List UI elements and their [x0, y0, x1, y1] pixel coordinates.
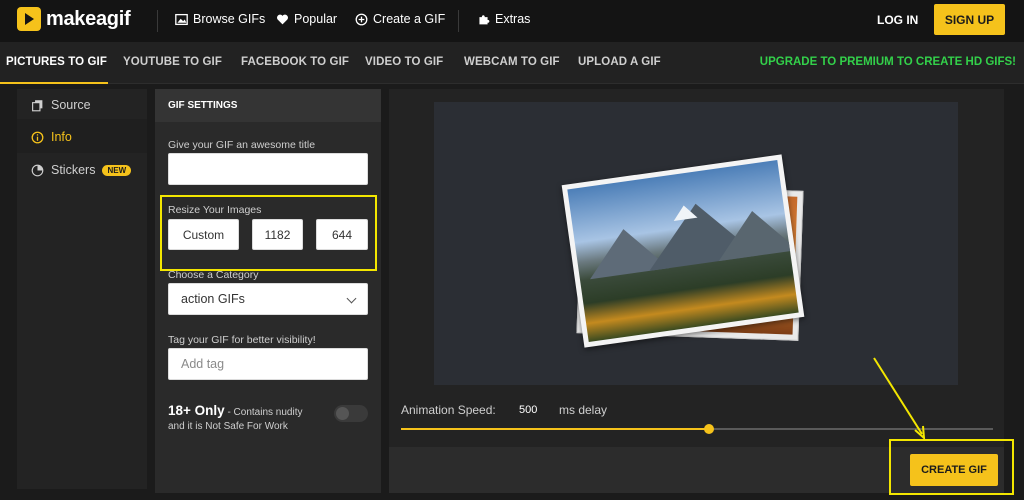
logo-text: makeagif	[46, 7, 131, 30]
category-select[interactable]: action GIFs	[168, 283, 368, 315]
logo[interactable]: makeagif	[17, 7, 131, 31]
divider	[458, 10, 459, 32]
sub-nav: PICTURES TO GIF YOUTUBE TO GIF FACEBOOK …	[0, 42, 1024, 84]
premium-upgrade-link[interactable]: UPGRADE TO PREMIUM TO CREATE HD GIFS!	[760, 56, 1016, 68]
slider-handle[interactable]	[703, 424, 714, 434]
tab-pictures-to-gif[interactable]: PICTURES TO GIF	[6, 56, 107, 68]
copy-icon	[32, 99, 43, 111]
annotation-arrow	[873, 357, 926, 441]
category-value: action GIFs	[181, 292, 245, 306]
title-field-label: Give your GIF an awesome title	[168, 139, 316, 151]
nsfw-toggle[interactable]	[334, 405, 368, 422]
logo-play-icon	[17, 7, 41, 31]
sidebar-item-source-label: Source	[51, 98, 91, 112]
nsfw-desc-line2: and it is Not Safe For Work	[168, 421, 288, 432]
tab-video-to-gif[interactable]: VIDEO TO GIF	[365, 56, 443, 68]
nav-extras[interactable]: Extras	[477, 12, 530, 26]
tab-youtube-to-gif[interactable]: YOUTUBE TO GIF	[123, 56, 222, 68]
nsfw-title: 18+ Only	[168, 403, 225, 418]
title-input[interactable]	[168, 153, 368, 185]
image-icon	[175, 13, 188, 25]
nav-popular-label: Popular	[294, 12, 338, 26]
nav-browse-gifs-label: Browse GIFs	[193, 12, 266, 26]
nav-popular[interactable]: Popular	[276, 12, 337, 26]
nav-extras-label: Extras	[495, 12, 531, 26]
new-badge: NEW	[102, 164, 132, 176]
nsfw-desc-inline: - Contains nudity	[224, 407, 303, 418]
heart-icon	[277, 14, 288, 24]
top-bar: makeagif Browse GIFs Popular Create a GI…	[0, 0, 1024, 42]
divider	[157, 10, 158, 32]
active-tab-indicator	[0, 82, 108, 84]
nav-browse-gifs[interactable]: Browse GIFs	[175, 12, 265, 26]
sidebar-item-stickers-label: Stickers	[51, 163, 96, 177]
signup-button[interactable]: SIGN UP	[934, 4, 1005, 35]
gif-settings-title: GIF SETTINGS	[168, 100, 238, 111]
preview-canvas	[434, 102, 958, 385]
chevron-down-icon	[346, 293, 357, 304]
sidebar-item-source[interactable]: Source	[31, 98, 91, 112]
plus-circle-icon	[355, 13, 368, 25]
nav-create-gif[interactable]: Create a GIF	[355, 12, 445, 26]
nsfw-description: 18+ Only - Contains nudity and it is Not…	[168, 404, 338, 434]
animation-speed-value[interactable]: 500	[519, 404, 537, 416]
slider-fill	[401, 428, 709, 430]
animation-speed-unit: ms delay	[559, 403, 608, 417]
gif-settings-header: GIF SETTINGS	[155, 89, 381, 122]
resize-highlight-box	[160, 195, 377, 271]
tag-label: Tag your GIF for better visibility!	[168, 334, 316, 346]
sidebar-item-info-label: Info	[51, 130, 72, 144]
puzzle-icon	[479, 14, 490, 24]
tag-input[interactable]: Add tag	[168, 348, 368, 380]
preview-photo[interactable]	[561, 154, 805, 348]
animation-speed-label: Animation Speed:	[401, 403, 496, 417]
tab-webcam-to-gif[interactable]: WEBCAM TO GIF	[464, 56, 560, 68]
login-link[interactable]: LOG IN	[877, 13, 918, 27]
nav-create-gif-label: Create a GIF	[373, 12, 446, 26]
sidebar-item-info[interactable]: Info	[31, 130, 72, 144]
sidebar-item-stickers[interactable]: Stickers NEW	[31, 163, 132, 177]
tab-facebook-to-gif[interactable]: FACEBOOK TO GIF	[241, 56, 349, 68]
sticker-icon	[31, 164, 44, 176]
sidebar: Source Info Stickers NEW	[17, 89, 147, 489]
gif-settings-panel: GIF SETTINGS Give your GIF an awesome ti…	[155, 89, 381, 493]
mountain-landscape-image	[567, 159, 799, 343]
tab-upload-a-gif[interactable]: UPLOAD A GIF	[578, 56, 661, 68]
info-icon	[31, 131, 44, 143]
